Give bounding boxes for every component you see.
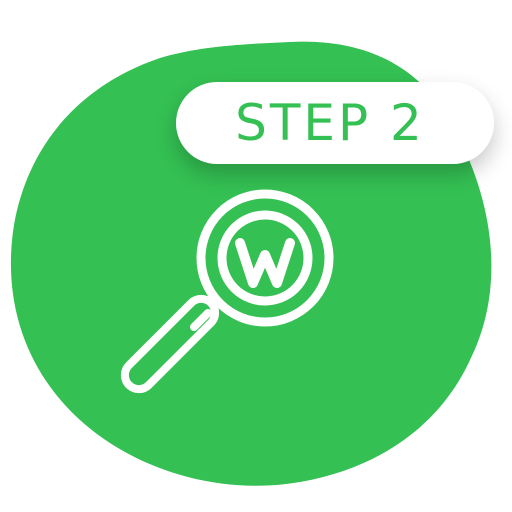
step-label: STEP 2 <box>235 94 425 152</box>
step-card: STEP 2 <box>0 0 512 512</box>
search-w-icon <box>120 189 334 394</box>
step-badge: STEP 2 <box>176 82 494 164</box>
